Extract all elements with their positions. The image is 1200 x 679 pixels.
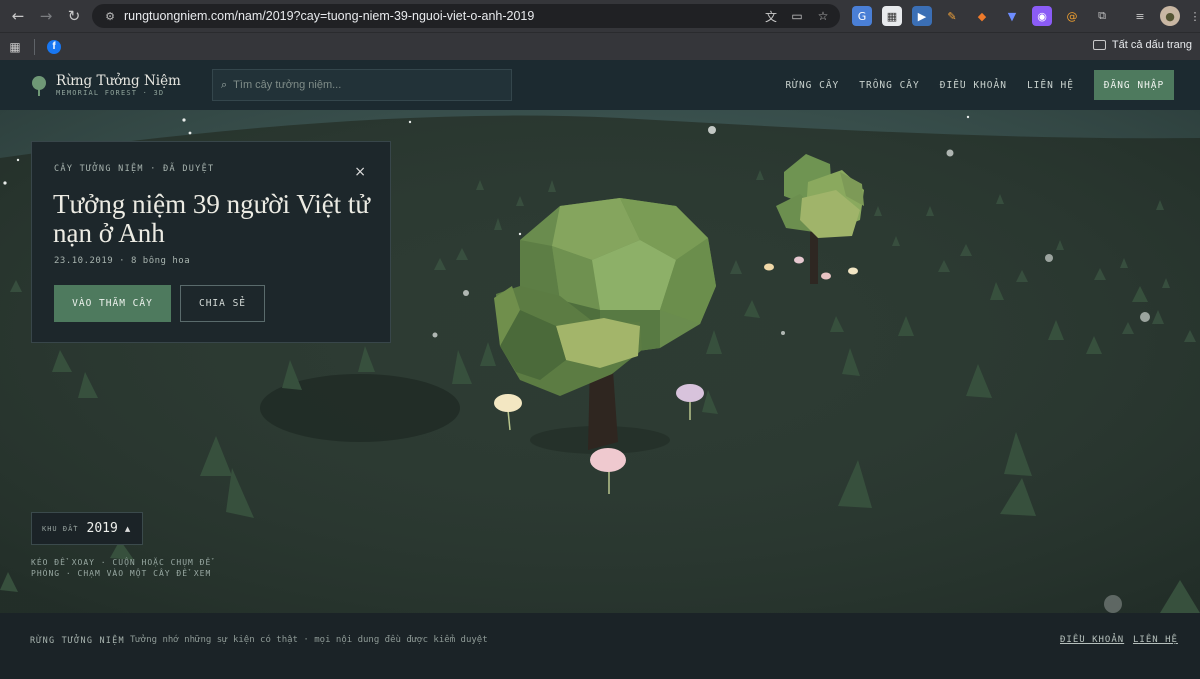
main-nav: RỪNG CÂY TRỒNG CÂY ĐIỀU KHOẢN LIÊN HỆ ĐĂ… <box>786 60 1200 110</box>
search-field[interactable]: ⌕ <box>212 69 512 101</box>
address-bar[interactable]: ⚙ rungtuongniem.com/nam/2019?cay=tuong-n… <box>92 4 840 28</box>
back-arrow-icon[interactable]: ← <box>4 2 32 30</box>
login-button[interactable]: ĐĂNG NHẬP <box>1094 70 1174 100</box>
all-bookmarks-button[interactable]: Tất cả dấu trang <box>1092 39 1192 51</box>
bookmarks-bar: ▦ f Tất cả dấu trang <box>0 32 1200 60</box>
search-icon: ⌕ <box>221 78 228 91</box>
extension-shield-icon[interactable]: ▼ <box>1002 6 1022 26</box>
cast-icon[interactable]: ▭ <box>788 7 806 25</box>
forward-arrow-icon[interactable]: → <box>32 2 60 30</box>
nav-plant-tree[interactable]: TRỒNG CÂY <box>859 80 919 91</box>
site-footer: RỪNG TƯỞNG NIỆM Tưởng nhớ những sự kiện … <box>0 613 1200 679</box>
caret-up-icon: ▲ <box>124 524 131 533</box>
url-text[interactable]: rungtuongniem.com/nam/2019?cay=tuong-nie… <box>124 9 534 23</box>
footer-brand: RỪNG TƯỞNG NIỆM <box>30 636 125 646</box>
extension-translate-icon[interactable]: G <box>852 6 872 26</box>
nav-terms[interactable]: ĐIỀU KHOẢN <box>940 80 1007 91</box>
zone-year-value: 2019 <box>86 521 118 536</box>
close-icon[interactable]: × <box>354 164 366 180</box>
extension-spiral-icon[interactable]: @ <box>1062 6 1082 26</box>
memorial-info-card: CÂY TƯỞNG NIỆM · ĐÃ DUYỆT × Tưởng niệm 3… <box>31 141 391 343</box>
card-kicker: CÂY TƯỞNG NIỆM · ĐÃ DUYỆT <box>54 164 215 174</box>
tree-logo-icon[interactable] <box>30 76 48 96</box>
memorial-title: Tưởng niệm 39 người Việt tử nạn ở Anh <box>53 189 371 248</box>
reading-list-icon[interactable]: ≡ <box>1130 6 1150 26</box>
translate-icon[interactable]: 文 <box>762 7 780 25</box>
extension-video-icon[interactable]: ▶ <box>912 6 932 26</box>
extension-puzzle-purple-icon[interactable]: ◉ <box>1032 6 1052 26</box>
nav-contact[interactable]: LIÊN HỆ <box>1027 80 1074 91</box>
search-input[interactable] <box>233 79 494 91</box>
zone-label: KHU ĐẤT <box>42 524 79 533</box>
bookmark-separator <box>34 38 35 55</box>
extension-fox-icon[interactable]: ◆ <box>972 6 992 26</box>
logo-title[interactable]: Rừng Tưởng Niệm <box>56 73 181 89</box>
all-bookmarks-label: Tất cả dấu trang <box>1111 39 1192 51</box>
footer-note: Tưởng nhớ những sự kiện có thật · mọi nộ… <box>130 635 488 645</box>
controls-hint: KÉO ĐỂ XOAY · CUỘN HOẶC CHỤM ĐỂ PHÓNG · … <box>31 558 212 578</box>
apps-grid-icon[interactable]: ▦ <box>8 40 22 54</box>
zone-year-selector[interactable]: KHU ĐẤT 2019 ▲ <box>31 512 143 545</box>
footer-contact-link[interactable]: LIÊN HỆ <box>1133 635 1178 645</box>
bookmark-star-icon[interactable]: ☆ <box>814 7 832 25</box>
footer-terms-link[interactable]: ĐIỀU KHOẢN <box>1060 635 1124 645</box>
nav-forest[interactable]: RỪNG CÂY <box>786 80 840 91</box>
extension-qr-icon[interactable]: ▦ <box>882 6 902 26</box>
extension-pen-icon[interactable]: ✎ <box>942 6 962 26</box>
reload-icon[interactable]: ↻ <box>60 2 88 30</box>
visit-tree-button[interactable]: VÀO THĂM CÂY <box>54 285 171 322</box>
memorial-meta: 23.10.2019 · 8 bông hoa <box>54 256 191 266</box>
profile-avatar[interactable]: ● <box>1160 6 1180 26</box>
site-header: Rừng Tưởng Niệm MEMORIAL FOREST · 3D ⌕ R… <box>0 60 1200 110</box>
folder-icon <box>1092 40 1106 50</box>
menu-kebab-icon[interactable]: ⋮ <box>1190 6 1200 26</box>
share-button[interactable]: CHIA SẺ <box>180 285 265 322</box>
site-settings-icon[interactable]: ⚙ <box>102 8 118 24</box>
logo-subtitle: MEMORIAL FOREST · 3D <box>56 89 165 97</box>
browser-toolbar: ← → ↻ ⚙ rungtuongniem.com/nam/2019?cay=t… <box>0 0 1200 32</box>
facebook-bookmark-icon[interactable]: f <box>47 39 61 54</box>
extensions-puzzle-icon[interactable]: ⧉ <box>1092 6 1112 26</box>
